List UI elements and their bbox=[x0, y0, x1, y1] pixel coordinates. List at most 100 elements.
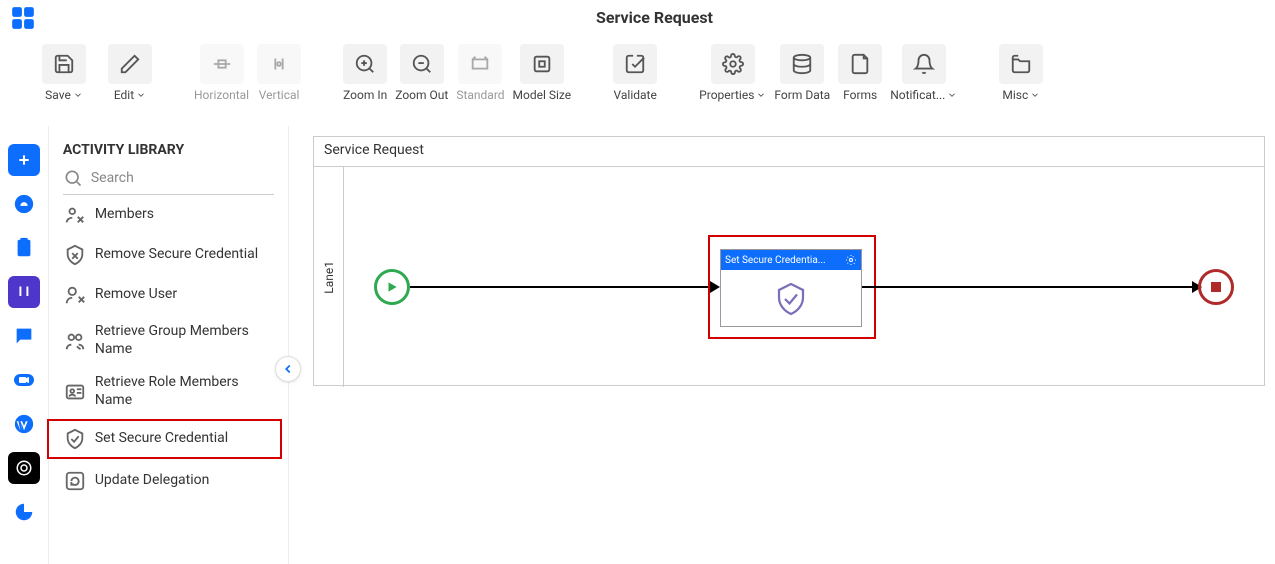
end-node[interactable] bbox=[1198, 269, 1234, 305]
align-horizontal-icon bbox=[200, 44, 244, 84]
list-item[interactable]: Update Delegation bbox=[49, 461, 288, 501]
collapse-panel-button[interactable] bbox=[275, 356, 301, 382]
standard-label: Standard bbox=[456, 88, 504, 102]
horizontal-label: Horizontal bbox=[194, 88, 249, 102]
align-horizontal-button: Horizontal bbox=[192, 42, 251, 104]
list-item[interactable]: Remove Secure Credential bbox=[49, 235, 288, 275]
zoom-standard-button: Standard bbox=[454, 42, 506, 104]
chevron-left-icon bbox=[281, 362, 295, 376]
activity-library-panel: ACTIVITY LIBRARY Members Remove Secure C… bbox=[49, 126, 289, 564]
users-remove-icon bbox=[63, 203, 87, 227]
zoom-out-label: Zoom Out bbox=[395, 88, 448, 102]
edit-icon bbox=[108, 44, 152, 84]
header: Service Request bbox=[0, 0, 1275, 36]
list-item[interactable]: Remove User bbox=[49, 275, 288, 315]
list-item-label: Update Delegation bbox=[95, 472, 210, 490]
align-vertical-button: Vertical bbox=[255, 42, 303, 104]
edit-button[interactable]: Edit bbox=[106, 42, 154, 104]
gear-icon[interactable] bbox=[845, 254, 857, 266]
id-card-icon bbox=[63, 380, 87, 404]
rail-item-video[interactable] bbox=[8, 364, 40, 396]
edit-label: Edit bbox=[114, 88, 134, 102]
zoom-out-icon bbox=[400, 44, 444, 84]
search-icon bbox=[63, 168, 83, 188]
properties-button[interactable]: Properties bbox=[697, 42, 768, 104]
zoom-in-button[interactable]: Zoom In bbox=[341, 42, 389, 104]
database-icon bbox=[780, 44, 824, 84]
canvas-title: Service Request bbox=[314, 137, 1264, 167]
misc-button[interactable]: Misc bbox=[997, 42, 1045, 104]
chevron-down-icon bbox=[73, 90, 83, 100]
rail-item-wordpress[interactable] bbox=[8, 408, 40, 440]
rail-item-chat[interactable] bbox=[8, 320, 40, 352]
flow-area: Set Secure Credentia... bbox=[344, 167, 1264, 385]
rail-item-clipboard[interactable] bbox=[8, 232, 40, 264]
save-button[interactable]: Save bbox=[40, 42, 88, 104]
zoom-out-button[interactable]: Zoom Out bbox=[393, 42, 450, 104]
chevron-down-icon bbox=[1030, 90, 1040, 100]
gear-icon bbox=[711, 44, 755, 84]
lane-label: Lane1 bbox=[322, 261, 336, 294]
forms-label: Forms bbox=[843, 88, 877, 102]
validate-button[interactable]: Validate bbox=[611, 42, 659, 104]
list-item-label: Remove User bbox=[95, 286, 177, 304]
shield-check-icon bbox=[773, 281, 809, 317]
validate-label: Validate bbox=[614, 88, 657, 102]
forms-icon bbox=[838, 44, 882, 84]
validate-icon bbox=[613, 44, 657, 84]
connector[interactable] bbox=[862, 286, 1192, 288]
misc-label: Misc bbox=[1002, 88, 1028, 102]
form-data-label: Form Data bbox=[774, 88, 830, 102]
page-title: Service Request bbox=[44, 8, 1265, 27]
add-button[interactable] bbox=[8, 144, 40, 176]
folder-icon bbox=[999, 44, 1043, 84]
search-row bbox=[63, 168, 274, 195]
chevron-down-icon bbox=[947, 90, 957, 100]
list-item[interactable]: Retrieve Role Members Name bbox=[49, 366, 288, 417]
activity-list: Members Remove Secure Credential Remove … bbox=[49, 201, 288, 511]
apps-icon[interactable] bbox=[10, 5, 36, 31]
forms-button[interactable]: Forms bbox=[836, 42, 884, 104]
list-item-label: Set Secure Credential bbox=[95, 430, 228, 448]
list-item-label: Remove Secure Credential bbox=[95, 246, 258, 264]
connector[interactable] bbox=[410, 286, 710, 288]
main: I I ACTIVITY LIBRARY Members Remove Secu… bbox=[0, 126, 1275, 564]
arrow-head-icon bbox=[710, 281, 720, 293]
properties-label: Properties bbox=[699, 88, 754, 102]
activity-body bbox=[721, 270, 861, 328]
fit-standard-icon bbox=[458, 44, 502, 84]
activity-node-set-secure-credential[interactable]: Set Secure Credentia... bbox=[720, 249, 862, 327]
bell-icon bbox=[902, 44, 946, 84]
notifications-label: Notificat... bbox=[890, 88, 945, 102]
rail-item-more[interactable] bbox=[8, 496, 40, 528]
list-item-label: Retrieve Role Members Name bbox=[95, 374, 274, 409]
form-data-button[interactable]: Form Data bbox=[772, 42, 832, 104]
activity-label: Set Secure Credentia... bbox=[725, 255, 841, 266]
search-input[interactable] bbox=[91, 170, 274, 186]
workflow-canvas[interactable]: Service Request Lane1 Set Secure Credent… bbox=[313, 136, 1265, 386]
rail-item-heading[interactable]: I I bbox=[8, 276, 40, 308]
rail-item-target[interactable] bbox=[8, 452, 40, 484]
zoom-in-label: Zoom In bbox=[343, 88, 387, 102]
lane-bar[interactable]: Lane1 bbox=[314, 167, 344, 387]
notifications-button[interactable]: Notificat... bbox=[888, 42, 959, 104]
side-rail: I I bbox=[0, 126, 49, 564]
vertical-label: Vertical bbox=[259, 88, 300, 102]
align-vertical-icon bbox=[257, 44, 301, 84]
zoom-in-icon bbox=[343, 44, 387, 84]
start-node[interactable] bbox=[374, 269, 410, 305]
user-x-icon bbox=[63, 283, 87, 307]
list-item-set-secure-credential[interactable]: Set Secure Credential bbox=[47, 419, 282, 459]
list-item[interactable]: Members bbox=[49, 195, 288, 235]
model-size-button[interactable]: Model Size bbox=[511, 42, 574, 104]
save-icon bbox=[42, 44, 86, 84]
toolbar: Save Edit Horizontal Vertical Zoom In Zo… bbox=[0, 36, 1275, 126]
model-size-icon bbox=[520, 44, 564, 84]
canvas-area: Service Request Lane1 Set Secure Credent… bbox=[289, 126, 1275, 564]
list-item[interactable]: Retrieve Group Members Name bbox=[49, 315, 288, 366]
refresh-icon bbox=[63, 469, 87, 493]
shield-check-icon bbox=[63, 427, 87, 451]
save-label: Save bbox=[45, 88, 71, 102]
rail-item-dashboard[interactable] bbox=[8, 188, 40, 220]
users-retrieve-icon bbox=[63, 329, 87, 353]
